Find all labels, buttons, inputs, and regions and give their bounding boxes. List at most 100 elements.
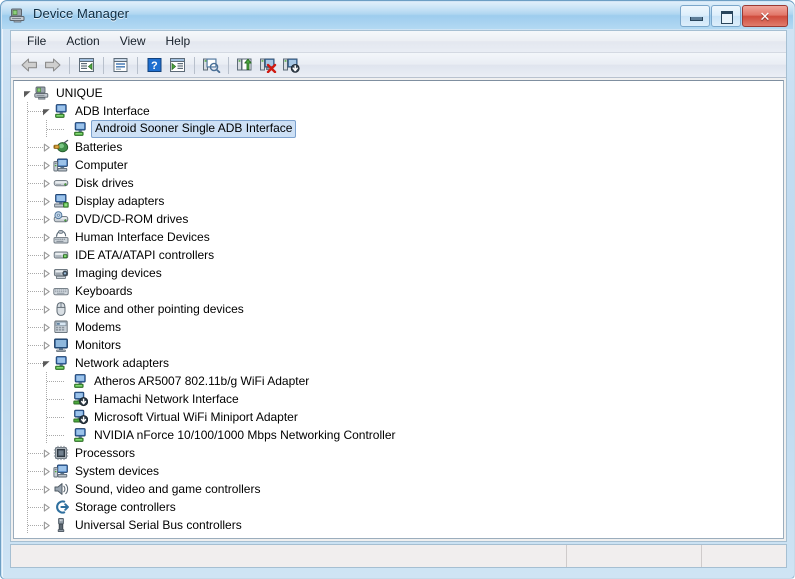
tree-expander-collapsed-icon[interactable] [41,502,52,513]
tree-item[interactable]: Display adapters [14,192,783,210]
tree-item[interactable]: Storage controllers [14,498,783,516]
tree-expander-collapsed-icon[interactable] [41,160,52,171]
tree-expander-expanded-icon[interactable] [41,106,52,117]
back-button[interactable] [18,55,40,76]
tree-item-label: Keyboards [75,284,133,298]
network-adapter-disabled-icon [72,391,89,407]
tree-item[interactable]: Imaging devices [14,264,783,282]
tree-item[interactable]: Disk drives [14,174,783,192]
tree-expander-collapsed-icon[interactable] [41,340,52,351]
menu-view[interactable]: View [110,31,156,52]
properties-button[interactable] [109,55,131,76]
tree-expander-collapsed-icon[interactable] [41,142,52,153]
help-button[interactable]: ? [143,55,165,76]
tree-item[interactable]: DVD/CD-ROM drives [14,210,783,228]
close-button[interactable]: ✕ [742,5,788,27]
tree-item[interactable]: Modems [14,318,783,336]
tree-expander-placeholder [60,430,71,441]
help-question-icon: ? [147,58,161,72]
sound-controller-icon [53,481,69,497]
tree-item[interactable]: Hamachi Network Interface [14,390,783,408]
show-hide-action-pane-button[interactable] [166,55,188,76]
tree-item-label: Processors [75,446,136,460]
tree-expander-collapsed-icon[interactable] [41,214,52,225]
update-driver-button[interactable] [234,55,256,76]
tree-expander-collapsed-icon[interactable] [41,268,52,279]
tree-item[interactable]: Android Sooner Single ADB Interface [14,120,783,138]
device-tree-panel[interactable]: UNIQUE ADB Interface Android Sooner Single… [13,80,784,539]
tree-item-label: Human Interface Devices [75,230,210,244]
tree-item-label: Universal Serial Bus controllers [75,518,242,532]
tree-expander-expanded-icon[interactable] [22,88,33,99]
tree-expander-collapsed-icon[interactable] [41,322,52,333]
close-icon: ✕ [759,8,771,24]
tree-indent-guide [27,408,28,426]
tree-expander-collapsed-icon[interactable] [41,466,52,477]
tree-expander-collapsed-icon[interactable] [41,448,52,459]
disk-drive-icon [53,175,69,191]
tree-item[interactable]: IDE ATA/ATAPI controllers [14,246,783,264]
tree-item[interactable]: ADB Interface [14,102,783,120]
storage-controller-icon [53,499,69,515]
back-arrow-icon [21,58,37,72]
scan-hardware-icon [202,58,220,73]
tree-expander-collapsed-icon[interactable] [41,250,52,261]
tree-item[interactable]: Batteries [14,138,783,156]
forward-arrow-icon [44,58,60,72]
status-pane-secondary [567,545,702,567]
menu-help[interactable]: Help [156,31,201,52]
tree-item[interactable]: Processors [14,444,783,462]
tree-item[interactable]: Keyboards [14,282,783,300]
scan-for-hardware-changes-button[interactable] [200,55,222,76]
toolbar-separator-4 [194,56,195,74]
tree-item[interactable]: Universal Serial Bus controllers [14,516,783,534]
tree-item[interactable]: Computer [14,156,783,174]
tree-expander-collapsed-icon[interactable] [41,196,52,207]
menu-file[interactable]: File [17,31,56,52]
client-area: File Action View Help ? UNIQUE ADB Inter… [10,30,787,542]
tree-item[interactable]: UNIQUE [14,84,783,102]
tree-item[interactable]: Mice and other pointing devices [14,300,783,318]
device-tree: UNIQUE ADB Interface Android Sooner Single… [14,81,783,534]
tree-item[interactable]: NVIDIA nForce 10/100/1000 Mbps Networkin… [14,426,783,444]
show-hide-console-tree-button[interactable] [75,55,97,76]
tree-item[interactable]: Atheros AR5007 802.11b/g WiFi Adapter [14,372,783,390]
tree-item-label: Monitors [75,338,122,352]
title-bar[interactable]: Device Manager ✕ [2,2,793,29]
tree-expander-collapsed-icon[interactable] [41,178,52,189]
tree-item-label: Microsoft Virtual WiFi Miniport Adapter [94,410,298,424]
tree-item[interactable]: Sound, video and game controllers [14,480,783,498]
tree-item[interactable]: Network adapters [14,354,783,372]
console-tree-icon [78,58,94,72]
minimize-button[interactable] [680,5,710,27]
tree-item-label: System devices [75,464,160,478]
display-adapter-icon [53,193,69,209]
tree-item[interactable]: System devices [14,462,783,480]
tree-expander-collapsed-icon[interactable] [41,232,52,243]
uninstall-device-button[interactable] [257,55,279,76]
computer-icon [53,157,69,173]
mouse-icon [53,301,69,317]
tree-item-label: UNIQUE [56,86,103,100]
network-adapter-icon [72,427,88,443]
tree-expander-collapsed-icon[interactable] [41,520,52,531]
tree-item-label: Modems [75,320,122,334]
tree-item[interactable]: Monitors [14,336,783,354]
tree-item-label: Storage controllers [75,500,176,514]
tree-expander-collapsed-icon[interactable] [41,484,52,495]
tree-item-label: DVD/CD-ROM drives [75,212,189,226]
usb-controller-icon [53,517,69,533]
tree-expander-expanded-icon[interactable] [41,358,52,369]
tree-item[interactable]: Microsoft Virtual WiFi Miniport Adapter [14,408,783,426]
system-device-icon [53,463,69,479]
tree-expander-collapsed-icon[interactable] [41,304,52,315]
minimize-icon [690,17,703,21]
disable-device-button[interactable] [280,55,302,76]
tree-expander-collapsed-icon[interactable] [41,286,52,297]
network-adapter-icon [53,103,69,119]
menu-action[interactable]: Action [56,31,109,52]
tree-item-label: Imaging devices [75,266,162,280]
forward-button[interactable] [41,55,63,76]
maximize-button[interactable] [711,5,741,27]
tree-item[interactable]: Human Interface Devices [14,228,783,246]
